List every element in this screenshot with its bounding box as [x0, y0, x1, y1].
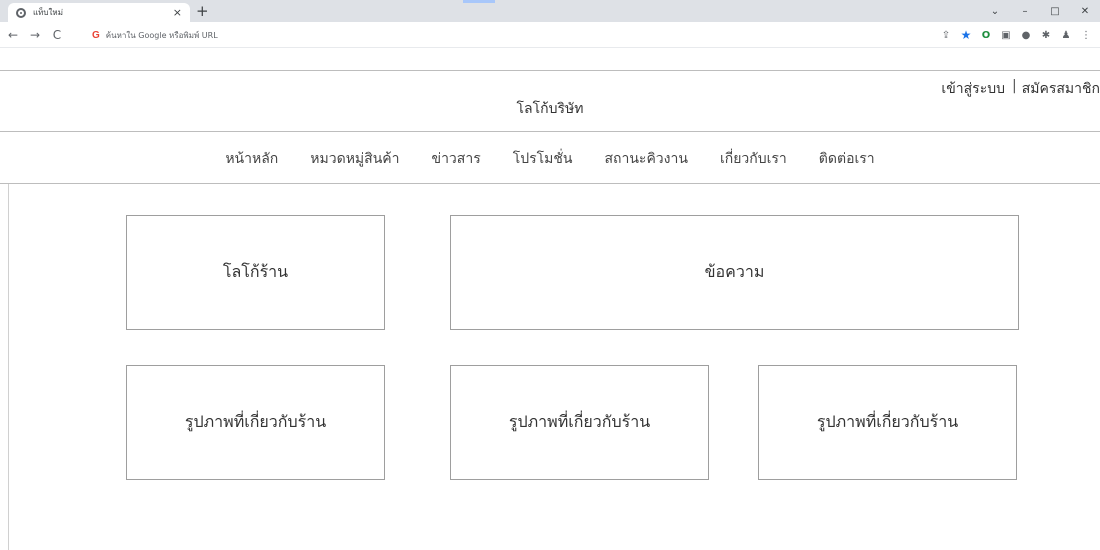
back-button[interactable]: ←	[4, 28, 22, 42]
shop-logo-box: โลโก้ร้าน	[126, 215, 385, 330]
chrome-icon	[16, 7, 26, 18]
extension-circle-icon[interactable]: ●	[1016, 30, 1036, 41]
forward-button[interactable]: →	[26, 28, 44, 42]
minimize-button[interactable]: –	[1010, 6, 1040, 17]
tab-drag-indicator	[463, 0, 495, 3]
window-controls: ⌄ – □ ✕	[980, 0, 1100, 22]
maximize-button[interactable]: □	[1040, 6, 1070, 17]
menu-kebab-icon[interactable]: ⋮	[1076, 30, 1096, 41]
browser-tab-bar: แท็บใหม่ × + ⌄ – □ ✕	[0, 0, 1100, 22]
nav-item-about[interactable]: เกี่ยวกับเรา	[704, 148, 803, 170]
content-left-border	[8, 184, 9, 550]
nav-item-promotions[interactable]: โปรโมชั่น	[497, 148, 589, 170]
browser-tab[interactable]: แท็บใหม่ ×	[8, 3, 190, 22]
nav-item-home[interactable]: หน้าหลัก	[209, 148, 294, 170]
message-label: ข้อความ	[704, 262, 765, 281]
nav-item-news[interactable]: ข่าวสาร	[416, 148, 497, 170]
tab-title: แท็บใหม่	[33, 8, 63, 17]
reload-button[interactable]: C	[48, 28, 66, 42]
google-icon: G	[92, 29, 100, 41]
shop-image-box: รูปภาพที่เกี่ยวกับร้าน	[126, 365, 385, 480]
nav-menu: หน้าหลัก หมวดหมู่สินค้า ข่าวสาร โปรโมชั่…	[0, 148, 1100, 170]
shop-image-box: รูปภาพที่เกี่ยวกับร้าน	[758, 365, 1017, 480]
nav-item-categories[interactable]: หมวดหมู่สินค้า	[294, 148, 415, 170]
share-icon[interactable]: ⇪	[936, 30, 956, 41]
message-box: ข้อความ	[450, 215, 1019, 330]
extension-pdf-icon[interactable]: ▣	[996, 30, 1016, 41]
company-logo[interactable]: โลโก้บริษัท	[0, 98, 1100, 120]
auth-separator: |	[1012, 78, 1017, 94]
register-link[interactable]: สมัครสมาชิก	[1022, 78, 1100, 100]
login-link[interactable]: เข้าสู่ระบบ	[941, 78, 1005, 100]
extension-o-icon[interactable]: O	[976, 30, 996, 41]
shop-image-label: รูปภาพที่เกี่ยวกับร้าน	[184, 412, 327, 431]
extensions-puzzle-icon[interactable]: ✱	[1036, 30, 1056, 41]
address-bar[interactable]: G ค้นหาใน Google หรือพิมพ์ URL	[86, 25, 926, 45]
close-window-button[interactable]: ✕	[1070, 6, 1100, 17]
tab-search-button[interactable]: ⌄	[980, 6, 1010, 17]
nav-item-contact[interactable]: ติดต่อเรา	[803, 148, 891, 170]
auth-links: เข้าสู่ระบบ | สมัครสมาชิก	[941, 78, 1100, 100]
address-placeholder: ค้นหาใน Google หรือพิมพ์ URL	[105, 30, 218, 40]
shop-image-label: รูปภาพที่เกี่ยวกับร้าน	[508, 412, 651, 431]
shop-logo-label: โลโก้ร้าน	[222, 262, 289, 281]
extension-icons: ⇪ ★ O ▣ ● ✱ ♟ ⋮	[936, 22, 1096, 48]
shop-image-box: รูปภาพที่เกี่ยวกับร้าน	[450, 365, 709, 480]
browser-toolbar: ← → C G ค้นหาใน Google หรือพิมพ์ URL ⇪ ★…	[0, 22, 1100, 48]
profile-avatar-icon[interactable]: ♟	[1056, 30, 1076, 41]
shop-image-label: รูปภาพที่เกี่ยวกับร้าน	[816, 412, 959, 431]
site-header: โลโก้บริษัท เข้าสู่ระบบ | สมัครสมาชิก	[0, 70, 1100, 132]
nav-item-queue-status[interactable]: สถานะคิวงาน	[588, 148, 703, 170]
tab-close-button[interactable]: ×	[173, 7, 182, 18]
main-nav: หน้าหลัก หมวดหมู่สินค้า ข่าวสาร โปรโมชั่…	[0, 132, 1100, 184]
bookmark-star-icon[interactable]: ★	[956, 28, 976, 42]
new-tab-button[interactable]: +	[196, 2, 209, 20]
